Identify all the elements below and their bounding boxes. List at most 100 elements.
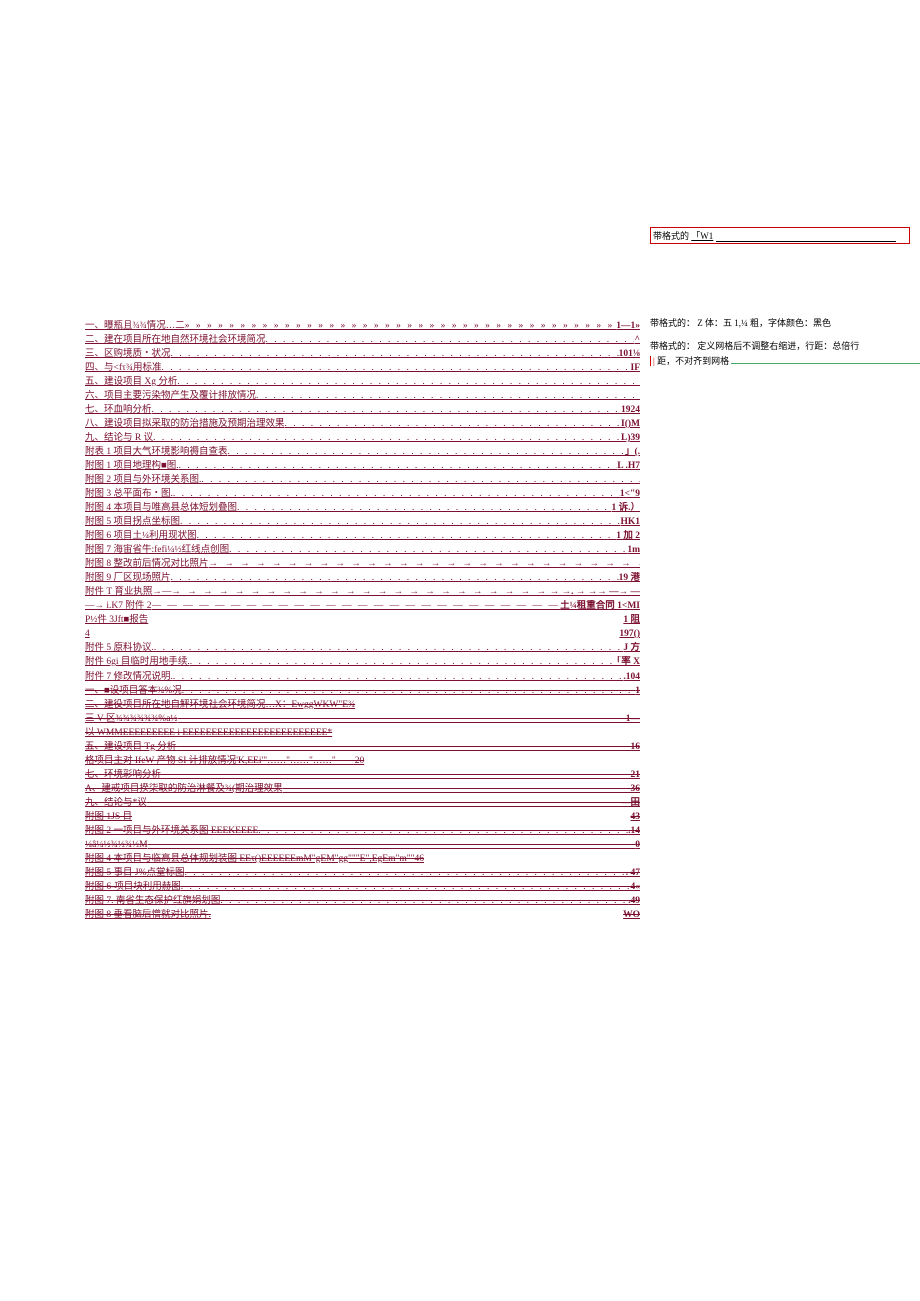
toc-text: P½件 3Jft■报告	[85, 614, 148, 627]
toc-leader: . . . . . . . . . . . . . . . . . . . . …	[171, 348, 619, 361]
toc-text: 三 V-区¾¾¾¾¾¾%a½	[85, 713, 178, 726]
toc-entry[interactable]: 附图 7. 南省生态保护红旗娟划图. . . . . . . . . . . .…	[85, 895, 640, 908]
toc-leader: ― ― ― ― ― ― ― ― ― ― ― ― ― ― ― ― ― ― ― ― …	[176, 741, 630, 754]
toc-page: 1	[635, 685, 640, 698]
toc-entry[interactable]: 二、建役项目所在地自鮃环境社会环境简况…X：EwggWKW"E¾	[85, 699, 640, 712]
toc-entry[interactable]: 七、环境彩响分析― ― ― ― ― ― ― ― ― ― ― ― ― ― ― ― …	[85, 769, 640, 782]
toc-leader: . . . . . . . . . . . . . . . . . . . . …	[197, 530, 617, 543]
toc-entry[interactable]: 以 WMMEEEEEEEEE i EEEEEEEEEEEEEEEEEEEEEEE…	[85, 727, 640, 740]
toc-leader: . . . . . . . . . . . . . . . . . . . . …	[181, 881, 631, 894]
toc-text: 附图 4 本项目与临高县总体规划装图 EEτ()EEEEEEmM"gEM"gg"…	[85, 853, 424, 866]
toc-entry[interactable]: 附图 3 总平面布・图.. . . . . . . . . . . . . . …	[85, 488, 640, 501]
toc-entry[interactable]: 附件 5 原料协议.. . . . . . . . . . . . . . . …	[85, 642, 640, 655]
toc-text: 附图 8 垂看脑后憎就对比照片.	[85, 909, 211, 922]
toc-page: 「率 X	[612, 656, 640, 669]
toc-entry[interactable]: 格项目主对 IfeW 产物 SI 计排放情况'K,EEi'"……"……"……"―…	[85, 755, 640, 768]
toc-text: 附图 6-项目块利用赫图	[85, 881, 181, 894]
toc-leader: . . . . . . . . . . . . . . . . . . . . …	[266, 334, 635, 347]
toc-entry[interactable]: 附件 6gi 目临时用地手续.. . . . . . . . . . . . .…	[85, 656, 640, 669]
toc-text: 附图 3 总平面布・图.	[85, 488, 173, 501]
toc-page: 197()	[619, 628, 640, 641]
toc-text: 二、建在项目所在地自然环境社会环境简况	[85, 334, 266, 347]
toc-entry[interactable]: 附图 2 一项目与外环境关系图 EEEKEEEE. . . . . . . . …	[85, 825, 640, 838]
toc-entry[interactable]: 附图 4 本项目与唯高县总体短划叠图. . . . . . . . . . . …	[85, 502, 640, 515]
toc-text: 附件 T 育业执照→—	[85, 586, 171, 599]
toc-entry[interactable]: 附图 2 项目与外环境关系图.. . . . . . . . . . . . .…	[85, 474, 640, 487]
toc-text: 一、■设项目答本¾%况	[85, 685, 182, 698]
toc-entry[interactable]: 三、区购境质・状况. . . . . . . . . . . . . . . .…	[85, 348, 640, 361]
toc-page: 21	[631, 769, 641, 782]
toc-page: .14	[628, 825, 640, 838]
toc-page: . 47	[626, 867, 640, 880]
toc-text: —→ i.K7 附件 2	[85, 600, 152, 613]
toc-page: 1 加 2	[616, 530, 640, 543]
toc-entry[interactable]: 一、■设项目答本¾%况. . . . . . . . . . . . . . .…	[85, 685, 640, 698]
toc-entry[interactable]: 五、建设项目 Tg 分析― ― ― ― ― ― ― ― ― ― ― ― ― ― …	[85, 741, 640, 754]
toc-page: WO	[623, 909, 640, 922]
toc-text: 附图 1 项目地理构■图.	[85, 460, 179, 473]
toc-text: 附图 2 项目与外环境关系图.	[85, 474, 201, 487]
toc-entry[interactable]: 七、环血响分析. . . . . . . . . . . . . . . . .…	[85, 404, 640, 417]
toc-entry[interactable]: 附图 4 本项目与临高县总体规划装图 EEτ()EEEEEEmM"gEM"gg"…	[85, 853, 640, 866]
toc-text: 九、结论与 R 议	[85, 432, 153, 445]
toc-entry[interactable]: 附图 6-项目块利用赫图. . . . . . . . . . . . . . …	[85, 881, 640, 894]
toc-entry[interactable]: ¼â¼½¾½¾½M― ― ― ― ― ― ― ― ― ― ― ― ― ― ― ―…	[85, 839, 640, 852]
toc-entry[interactable]: 附图 5 事目 J%点堂标图. . . . . . . . . . . . . …	[85, 867, 640, 880]
toc-page: 1—	[626, 713, 640, 726]
comment-prefix: 带格式的	[653, 231, 689, 241]
toc-entry[interactable]: A、建戒项目揆柒取的防治淋餐及¾(期治理效果― ― ― ― ― ― ― ― ― …	[85, 783, 640, 796]
green-underline	[731, 363, 920, 364]
toc-entry[interactable]: 附图 9 厂区现场照片. . . . . . . . . . . . . . .…	[85, 572, 640, 585]
toc-leader: . . . . . . . . . . . . . . . . . . . . …	[185, 867, 626, 880]
toc-entry[interactable]: 九、结论与 R 议. . . . . . . . . . . . . . . .…	[85, 432, 640, 445]
toc-entry[interactable]: 附图 6 项目土¼利用现状图. . . . . . . . . . . . . …	[85, 530, 640, 543]
toc-entry[interactable]: 一、曝瓶且¾¾情况…二» » » » » » » » » » » » » » »…	[85, 320, 640, 333]
toc-page: 土¼租重合同 1<MI	[560, 600, 640, 613]
toc-leader: . . . . . . . . . . . . . . . . . . . . …	[161, 362, 630, 375]
side-comment-2: 带格式的： 定义网格后不调整右缩进，行距：总倍行	[650, 339, 920, 352]
toc-entry[interactable]: 附图 5 项目拐点坐标图. . . . . . . . . . . . . . …	[85, 516, 640, 529]
toc-entry[interactable]: 八、建设项目拟采取的防治措施及预期治理效果. . . . . . . . . .…	[85, 418, 640, 431]
toc-entry[interactable]: 附图 1 项目地理构■图.. . . . . . . . . . . . . .…	[85, 460, 640, 473]
toc-leader: . . . . . . . . . . . . . . . . . . . . …	[256, 390, 640, 403]
toc-leader: → → → → → → → → → → → → → → → → → → → → …	[171, 586, 549, 599]
toc-entry[interactable]: 附图 1JS 目	[85, 811, 640, 824]
toc-leader: . . . . . . . . . . . . . . . . . . . . …	[180, 516, 620, 529]
toc-leader: ― ― ― ― ― ― ― ― ― ― ― ― ― ― ― ― ― ― ― ― …	[147, 797, 621, 810]
toc-page: 1 阻	[623, 614, 640, 627]
toc-entry[interactable]: 六、项目主要污染物产生及覆计排放情况. . . . . . . . . . . …	[85, 390, 640, 403]
toc-entry[interactable]: P½件 3Jft■报告	[85, 614, 640, 627]
comment-under	[716, 241, 896, 242]
toc-leader: . . . . . . . . . . . . . . . . . . . . …	[190, 656, 612, 669]
toc-text: 附图 9 厂区现场照片	[85, 572, 171, 585]
toc-page: I()M	[621, 418, 640, 431]
toc-entry[interactable]: 附表 1 项目大气环境影响褥自查表. . . . . . . . . . . .…	[85, 446, 640, 459]
side-comment-3: | 距，不对齐到网格	[650, 354, 920, 367]
toc-entry[interactable]: 五、建设项目 Xg 分析. . . . . . . . . . . . . . …	[85, 376, 640, 389]
toc-entry[interactable]: 附件 T 育业执照→—→ → → → → → → → → → → → → → →…	[85, 586, 640, 599]
toc-text: A、建戒项目揆柒取的防治淋餐及¾(期治理效果	[85, 783, 283, 796]
toc-leader: . . . . . . . . . . . . . . . . . . . . …	[229, 544, 627, 557]
toc-leader: ― ― ― ― ― ― ― ― ― ― ― ― ― ― ― ― ― ― ― ― …	[161, 769, 630, 782]
comment-box-top: 带格式的 「W1	[650, 227, 910, 244]
toc-page: ―田	[621, 797, 640, 810]
table-of-contents: 一、曝瓶且¾¾情况…二» » » » » » » » » » » » » » »…	[85, 320, 640, 923]
toc-leader: ― ― ― ― ― ― ― ― ― ― ― ― ― ― ― ― ― ― ― ― …	[148, 839, 636, 852]
toc-text: 附件 7 修改情况说明.	[85, 671, 173, 684]
toc-entry[interactable]: 附图 8 垂看脑后憎就对比照片.	[85, 909, 640, 922]
toc-text: 四、与<fτ¾用标准	[85, 362, 161, 375]
toc-entry[interactable]: 附件 7 修改情况说明.. . . . . . . . . . . . . . …	[85, 671, 640, 684]
toc-text: 附图 7 海宙省牛:fefi¼½红线点创图	[85, 544, 229, 557]
toc-entry[interactable]: 附图 7 海宙省牛:fefi¼½红线点创图. . . . . . . . . .…	[85, 544, 640, 557]
toc-entry[interactable]: 四、与<fτ¾用标准. . . . . . . . . . . . . . . …	[85, 362, 640, 375]
toc-entry[interactable]: 三 V-区¾¾¾¾¾¾%a½― ― ― ― ― ― ― ― ― ― ― ― ― …	[85, 713, 640, 726]
toc-entry[interactable]: 二、建在项目所在地自然环境社会环境简况. . . . . . . . . . .…	[85, 334, 640, 347]
toc-leader: . . . . . . . . . . . . . . . . . . . . …	[173, 671, 623, 684]
toc-entry[interactable]: 4	[85, 628, 640, 641]
toc-entry[interactable]: —→ i.K7 附件 2― ― ― ― ― ― ― ― ― ― ― ― ― ― …	[85, 600, 640, 613]
toc-leader: . . . . . . . . . . . . . . . . . . . . …	[179, 460, 618, 473]
toc-leader: . . . . . . . . . . . . . . . . . . . . …	[153, 432, 621, 445]
toc-entry[interactable]: 九、结论与*议― ― ― ― ― ― ― ― ― ― ― ― ― ― ― ― ―…	[85, 797, 640, 810]
toc-entry[interactable]: 附图 8 整改前后情况对比照片→ → → → → → → → → → → → →…	[85, 558, 640, 571]
toc-text: 附图 5 事目 J%点堂标图	[85, 867, 185, 880]
